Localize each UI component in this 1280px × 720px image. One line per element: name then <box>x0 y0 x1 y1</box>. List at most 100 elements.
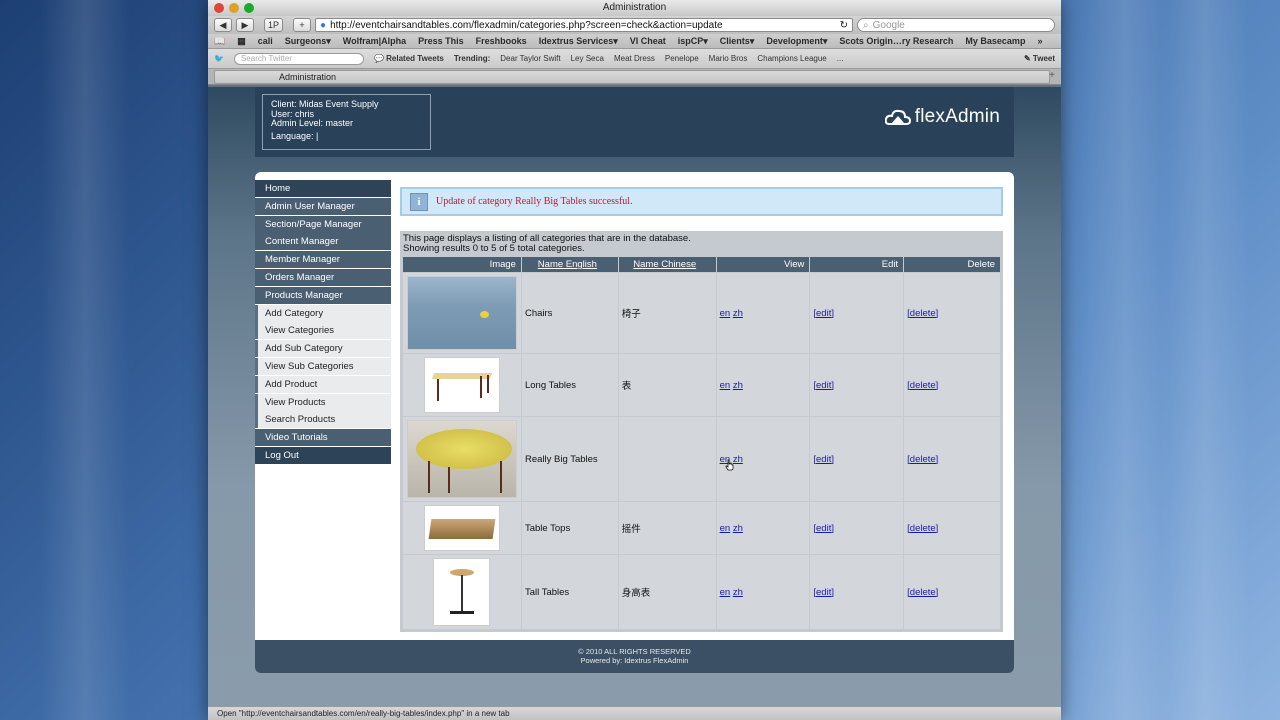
delete-link[interactable]: [delete] <box>907 523 938 534</box>
bookmark-item[interactable]: Press This <box>418 36 464 46</box>
hand-cursor-icon <box>725 459 734 471</box>
new-tab-button[interactable]: + <box>1049 70 1055 81</box>
delete-cell: [delete] <box>904 273 1000 353</box>
bookmark-item[interactable]: ispCP▾ <box>678 36 708 47</box>
sidebar-item-section-page-manager[interactable]: Section/Page Manager <box>255 215 391 233</box>
info-icon: i <box>410 192 428 211</box>
sidebar-item-add-product[interactable]: Add Product <box>255 375 391 393</box>
sidebar-item-view-sub-categories[interactable]: View Sub Categories <box>255 357 391 375</box>
bookmark-item[interactable]: cali <box>258 36 273 46</box>
delete-link[interactable]: [delete] <box>907 587 938 598</box>
sidebar-item-orders-manager[interactable]: Orders Manager <box>255 268 391 286</box>
column-name-chinese[interactable]: Name Chinese <box>618 257 716 272</box>
trend-item[interactable]: Champions League <box>757 54 826 63</box>
bookmark-item[interactable]: Idextrus Services▾ <box>539 36 618 47</box>
sidebar-item-log-out[interactable]: Log Out <box>255 446 391 464</box>
delete-cell: [delete] <box>904 417 1000 501</box>
column-view: View <box>716 257 810 272</box>
reading-list-icon[interactable]: 📖 <box>214 36 225 47</box>
bookmark-item[interactable]: Clients▾ <box>720 36 755 47</box>
chairs-thumbnail <box>406 276 517 350</box>
trend-item[interactable]: Dear Taylor Swift <box>500 54 560 63</box>
edit-link[interactable]: [edit] <box>813 380 834 391</box>
edit-link[interactable]: [edit] <box>813 308 834 319</box>
add-bookmark-button[interactable]: + <box>293 18 312 32</box>
view-zh-link[interactable]: zh <box>733 454 743 465</box>
view-zh-link[interactable]: zh <box>733 587 743 598</box>
trend-item[interactable]: Ley Seca <box>571 54 604 63</box>
browser-window: Administration ◀ ▶ 1P + ● http://eventch… <box>208 0 1061 720</box>
address-bar[interactable]: ● http://eventchairsandtables.com/flexad… <box>315 18 854 32</box>
twitter-bird-icon: 🐦 <box>214 54 224 63</box>
sidebar-item-view-categories[interactable]: View Categories <box>255 322 391 340</box>
sidebar-item-admin-user-manager[interactable]: Admin User Manager <box>255 197 391 215</box>
tab-bar: Administration + <box>208 69 1061 85</box>
categories-listing: This page displays a listing of all cate… <box>400 231 1003 632</box>
edit-link[interactable]: [edit] <box>813 454 834 465</box>
view-en-link[interactable]: en <box>720 308 731 319</box>
language-label: Language: | <box>271 130 319 141</box>
tab-administration[interactable]: Administration <box>214 70 1050 84</box>
bookmarks-overflow-icon[interactable]: » <box>1037 36 1042 46</box>
trend-item[interactable]: ... <box>837 54 844 63</box>
trend-item[interactable]: Mario Bros <box>709 54 748 63</box>
cloud-logo-icon <box>884 109 911 125</box>
top-sites-icon[interactable]: ▦ <box>237 36 246 47</box>
bookmark-item[interactable]: VI Cheat <box>630 36 666 46</box>
sidebar-item-content-manager[interactable]: Content Manager <box>255 233 391 251</box>
sort-name-english-link[interactable]: Name English <box>538 259 597 270</box>
sidebar-item-add-sub-category[interactable]: Add Sub Category <box>255 340 391 358</box>
sidebar-item-add-category[interactable]: Add Category <box>255 304 391 322</box>
sidebar-item-video-tutorials[interactable]: Video Tutorials <box>255 429 391 447</box>
name-chinese: 表 <box>618 354 716 416</box>
forward-button[interactable]: ▶ <box>236 18 254 32</box>
tweet-button[interactable]: ✎ Tweet <box>1024 54 1055 63</box>
sidebar-item-view-products[interactable]: View Products <box>255 393 391 411</box>
web-page: Client: Midas Event Supply User: chris A… <box>208 87 1061 706</box>
bookmark-item[interactable]: Development▾ <box>766 36 827 47</box>
sidebar-item-home[interactable]: Home <box>255 180 391 197</box>
sidebar-item-member-manager[interactable]: Member Manager <box>255 251 391 269</box>
sort-name-chinese-link[interactable]: Name Chinese <box>633 259 696 270</box>
name-chinese <box>618 417 716 501</box>
view-en-link[interactable]: en <box>720 523 731 534</box>
globe-icon: ● <box>320 19 327 31</box>
sidebar-item-search-products[interactable]: Search Products <box>255 411 391 429</box>
related-tweets-button[interactable]: 💬 Related Tweets <box>374 54 444 63</box>
brand-name: flexAdmin <box>914 106 1000 127</box>
edit-link[interactable]: [edit] <box>813 523 834 534</box>
edit-link[interactable]: [edit] <box>813 587 834 598</box>
bookmark-item[interactable]: Wolfram|Alpha <box>343 36 406 46</box>
column-name-english[interactable]: Name English <box>521 257 618 272</box>
view-zh-link[interactable]: zh <box>733 380 743 391</box>
bookmark-item[interactable]: Freshbooks <box>476 36 527 46</box>
column-delete: Delete <box>904 257 1000 272</box>
trend-item[interactable]: Meat Dress <box>614 54 655 63</box>
view-en-link[interactable]: en <box>720 587 731 598</box>
delete-link[interactable]: [delete] <box>907 454 938 465</box>
name-english: Table Tops <box>521 502 618 554</box>
view-en-link[interactable]: en <box>720 380 731 391</box>
back-button[interactable]: ◀ <box>214 18 232 32</box>
bookmark-item[interactable]: Scots Origin…ry Research <box>839 36 953 46</box>
image-cell <box>403 555 521 629</box>
delete-link[interactable]: [delete] <box>907 308 938 319</box>
name-english: Really Big Tables <box>521 417 618 501</box>
close-window-button[interactable] <box>214 3 224 13</box>
minimize-window-button[interactable] <box>229 3 239 13</box>
view-zh-link[interactable]: zh <box>733 523 743 534</box>
bookmark-item[interactable]: Surgeons▾ <box>285 36 331 47</box>
sidebar-item-products-manager[interactable]: Products Manager <box>255 286 391 304</box>
bookmark-item[interactable]: My Basecamp <box>965 36 1025 46</box>
related-tweets-label: Related Tweets <box>386 54 444 63</box>
twitter-search-input[interactable]: Search Twitter <box>233 52 364 65</box>
view-zh-link[interactable]: zh <box>733 308 743 319</box>
search-field[interactable]: ⌕ Google <box>857 18 1055 32</box>
page-footer: © 2010 ALL RIGHTS RESERVED Powered by: I… <box>255 640 1014 673</box>
onepassword-button[interactable]: 1P <box>264 18 284 32</box>
delete-link[interactable]: [delete] <box>907 380 938 391</box>
zoom-window-button[interactable] <box>244 3 254 13</box>
reload-icon[interactable]: ↻ <box>840 20 848 31</box>
listing-intro: This page displays a listing of all cate… <box>402 233 1001 256</box>
trend-item[interactable]: Penelope <box>665 54 699 63</box>
